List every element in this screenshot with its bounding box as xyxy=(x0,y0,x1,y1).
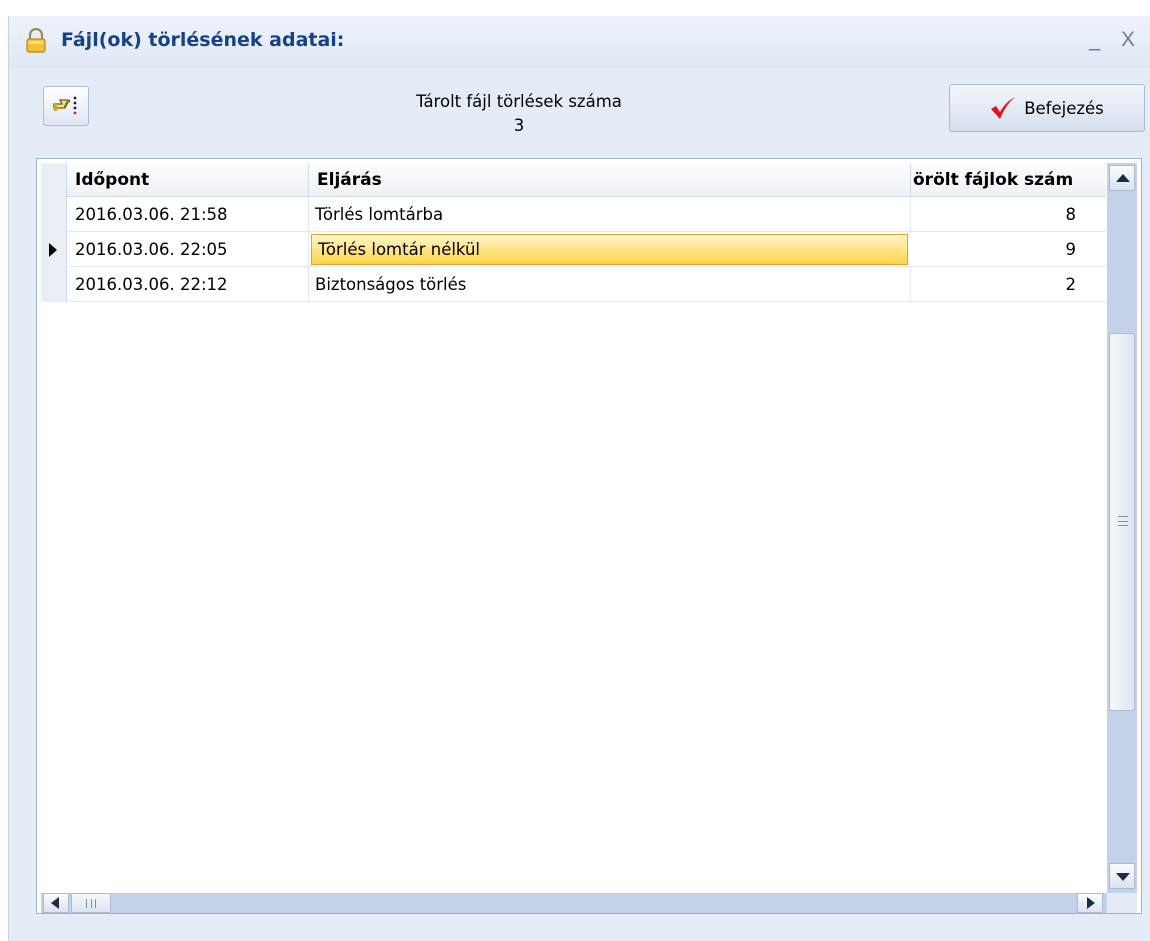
vertical-scrollbar[interactable] xyxy=(1107,163,1137,893)
cell-count[interactable]: 2 xyxy=(911,267,1106,302)
arrow-left-icon xyxy=(51,897,59,909)
grid-header: Időpont Eljárás örölt fájlok szám xyxy=(41,163,1106,197)
table-row-current[interactable]: 2016.03.06. 22:05 Törlés lomtár nélkül 9 xyxy=(41,232,1106,267)
row-indicator-header xyxy=(41,163,67,197)
current-row-arrow-icon xyxy=(49,243,57,257)
scrollbar-corner xyxy=(1107,893,1137,913)
arrow-up-icon xyxy=(1116,174,1130,182)
row-indicator[interactable] xyxy=(41,232,67,267)
column-header-method[interactable]: Eljárás xyxy=(309,163,911,197)
cell-method[interactable]: Biztonságos törlés xyxy=(309,267,911,302)
arrow-right-icon xyxy=(1087,897,1095,909)
table-row[interactable]: 2016.03.06. 21:58 Törlés lomtárba 8 xyxy=(41,197,1106,232)
scroll-right-button[interactable] xyxy=(1077,893,1103,913)
pointing-hand-icon xyxy=(53,96,77,115)
summary-label: Tárolt fájl törlések száma xyxy=(416,92,622,111)
minimize-button[interactable]: _ xyxy=(1089,26,1100,51)
grip-icon xyxy=(86,899,96,908)
cell-method[interactable]: Törlés lomtárba xyxy=(309,197,911,232)
column-header-count[interactable]: örölt fájlok szám xyxy=(911,163,1106,197)
horizontal-scrollbar[interactable] xyxy=(41,893,1107,913)
deletion-summary: Tárolt fájl törlések száma 3 xyxy=(339,90,699,138)
cell-time[interactable]: 2016.03.06. 21:58 xyxy=(67,197,309,232)
cell-time[interactable]: 2016.03.06. 22:12 xyxy=(67,267,309,302)
cell-method-selected[interactable]: Törlés lomtár nélkül xyxy=(311,234,908,265)
lock-icon xyxy=(26,28,46,53)
dialog-window: Fájl(ok) törlésének adatai: _ X Tárolt f… xyxy=(8,16,1150,941)
grid-body: Időpont Eljárás örölt fájlok szám 2016.0… xyxy=(41,163,1106,893)
horizontal-scroll-thumb[interactable] xyxy=(71,893,111,913)
cell-count[interactable]: 8 xyxy=(911,197,1106,232)
summary-count: 3 xyxy=(513,116,525,135)
checkmark-icon xyxy=(991,97,1016,119)
column-header-time[interactable]: Időpont xyxy=(67,163,309,197)
grip-icon xyxy=(1118,516,1128,526)
cell-time[interactable]: 2016.03.06. 22:05 xyxy=(67,232,309,267)
title-bar[interactable]: Fájl(ok) törlésének adatai: _ X xyxy=(9,16,1150,68)
close-button[interactable]: X xyxy=(1121,28,1135,52)
row-indicator[interactable] xyxy=(41,197,67,232)
finish-button[interactable]: Befejezés xyxy=(949,84,1145,132)
window-title: Fájl(ok) törlésének adatai: xyxy=(61,29,345,51)
scroll-up-button[interactable] xyxy=(1109,165,1135,191)
arrow-down-icon xyxy=(1116,873,1130,881)
vertical-scroll-thumb[interactable] xyxy=(1109,333,1135,711)
scroll-left-button[interactable] xyxy=(43,893,69,913)
cell-count[interactable]: 9 xyxy=(911,232,1106,267)
select-tool-button[interactable] xyxy=(43,86,89,126)
row-indicator[interactable] xyxy=(41,267,67,302)
table-row[interactable]: 2016.03.06. 22:12 Biztonságos törlés 2 xyxy=(41,267,1106,302)
deletions-grid: Időpont Eljárás örölt fájlok szám 2016.0… xyxy=(36,158,1142,914)
finish-button-label: Befejezés xyxy=(1024,98,1104,118)
toolbar: Tárolt fájl törlések száma 3 Befejezés xyxy=(9,68,1150,156)
scroll-down-button[interactable] xyxy=(1109,863,1135,889)
